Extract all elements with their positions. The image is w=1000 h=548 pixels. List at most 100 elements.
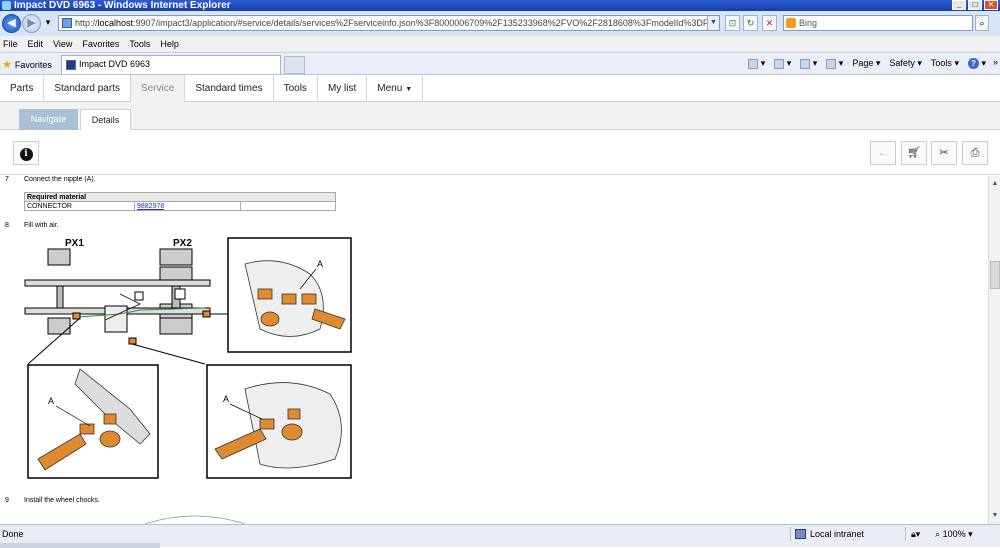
- menu-tools[interactable]: Tools: [129, 39, 150, 49]
- required-material-table: Required material CONNECTOR 9882978: [24, 192, 336, 211]
- scroll-up-icon[interactable]: ▲: [989, 178, 1000, 190]
- step-number: 9: [5, 497, 9, 504]
- zoom-level[interactable]: ⌕ 100% ▾: [935, 529, 973, 540]
- url-dropdown-icon[interactable]: ▼: [707, 16, 719, 30]
- tools-menu[interactable]: Tools ▾: [931, 58, 959, 69]
- page-icon: [62, 18, 72, 28]
- tab-details[interactable]: Details: [80, 109, 131, 130]
- menu-view[interactable]: View: [53, 39, 72, 49]
- search-go-icon[interactable]: ⌕: [975, 15, 989, 31]
- app-tabs: Parts Standard parts Service Standard ti…: [0, 75, 1000, 102]
- tab-parts[interactable]: Parts: [0, 75, 45, 102]
- chevron-down-icon: ▼: [405, 86, 413, 93]
- tab-favicon-icon: [66, 60, 76, 70]
- step-text: Install the wheel chocks.: [24, 497, 100, 504]
- address-bar: ◀ ▶ ▾ http://localhost:9907/impact3/appl…: [0, 11, 1000, 36]
- safety-menu-label: Safety: [889, 58, 915, 68]
- arrow-left-icon: ←: [877, 147, 889, 159]
- tab-tools[interactable]: Tools: [274, 75, 318, 102]
- detail-bottom-left: A: [27, 364, 159, 479]
- tab-navigate[interactable]: Navigate: [19, 109, 78, 130]
- safety-menu[interactable]: Safety ▾: [889, 58, 922, 69]
- browser-tab[interactable]: Impact DVD 6963: [61, 55, 281, 74]
- page-menu[interactable]: Page ▾: [852, 58, 880, 69]
- magnifier-icon: ⌕: [935, 529, 941, 539]
- recent-pages-dropdown[interactable]: ▾: [42, 15, 54, 31]
- menu-file[interactable]: File: [3, 39, 18, 49]
- tools-button[interactable]: ✂: [931, 141, 957, 165]
- search-input[interactable]: Bing: [783, 15, 973, 31]
- back-button[interactable]: ◀: [2, 14, 21, 33]
- tab-title: Impact DVD 6963: [79, 59, 151, 69]
- favorites-button[interactable]: ★ Favorites: [2, 58, 52, 71]
- mail-icon[interactable]: ▾: [800, 58, 817, 69]
- callout-a: A: [223, 394, 229, 404]
- protected-mode-icon[interactable]: 🔒︎▾: [911, 529, 920, 540]
- menu-help[interactable]: Help: [160, 39, 179, 49]
- zoom-value: 100%: [942, 529, 966, 539]
- search-placeholder: Bing: [799, 18, 818, 28]
- info-button[interactable]: i: [13, 141, 39, 165]
- tab-menu-label: Menu: [377, 83, 403, 94]
- tab-standard-times[interactable]: Standard times: [185, 75, 274, 102]
- step-number: 7: [5, 176, 9, 183]
- printer-icon: ⎙: [970, 147, 980, 159]
- compatibility-icon[interactable]: ⊡: [725, 15, 740, 31]
- stop-icon[interactable]: ✕: [762, 15, 777, 31]
- url-host: localhost: [97, 18, 134, 28]
- page-menu-label: Page: [852, 58, 874, 68]
- zone-label: Local intranet: [810, 529, 865, 539]
- favorites-label: Favorites: [14, 59, 52, 70]
- status-text: Done: [2, 529, 24, 539]
- detail-top-right: A: [227, 237, 352, 353]
- details-toolbar: i ← 🛒︎ ✂ ⎙: [0, 131, 1000, 175]
- back-arrow-button[interactable]: ←: [870, 141, 896, 165]
- step-text: Connect the nipple (A).: [24, 176, 96, 183]
- cart-button[interactable]: 🛒︎: [901, 141, 927, 165]
- ie-logo-icon: [2, 1, 11, 10]
- vertical-scrollbar[interactable]: ▲ ▼: [988, 176, 1000, 524]
- chevron-more-icon[interactable]: »: [993, 57, 998, 67]
- step-text: Fill with air.: [24, 222, 59, 229]
- callout-a: A: [48, 396, 54, 406]
- close-window-button[interactable]: ✕: [984, 0, 998, 10]
- bing-icon: [786, 18, 796, 28]
- horizontal-scroll-track[interactable]: [0, 543, 160, 548]
- refresh-icon[interactable]: ↻: [743, 15, 758, 31]
- air-connection-diagram: PX1 PX2 A A A: [24, 237, 352, 479]
- label-px1: PX1: [65, 238, 84, 249]
- new-tab-button[interactable]: [284, 56, 305, 74]
- scroll-down-icon[interactable]: ▼: [989, 510, 1000, 522]
- status-bar: Done Local intranet 🔒︎▾ ⌕ 100% ▾: [0, 524, 1000, 548]
- window-title: Impact DVD 6963 - Windows Internet Explo…: [14, 0, 231, 11]
- favorites-bar: ★ Favorites Impact DVD 6963 ▾ ▾ ▾ ▾ Page…: [0, 53, 1000, 75]
- material-header: Required material: [24, 192, 336, 202]
- menu-edit[interactable]: Edit: [28, 39, 44, 49]
- intranet-icon: [795, 529, 806, 539]
- sub-tabs: Navigate Details: [0, 102, 1000, 130]
- home-icon[interactable]: ▾: [748, 58, 765, 69]
- tab-standard-parts[interactable]: Standard parts: [44, 75, 131, 102]
- tab-menu[interactable]: Menu ▼: [367, 75, 424, 102]
- feeds-icon[interactable]: ▾: [774, 58, 791, 69]
- security-zone[interactable]: Local intranet: [795, 529, 864, 539]
- detail-bottom-right: A: [206, 364, 352, 479]
- print-button[interactable]: ⎙: [962, 141, 988, 165]
- maximize-button[interactable]: □: [968, 0, 982, 10]
- menu-bar: File Edit View Favorites Tools Help: [0, 36, 1000, 53]
- url-prefix: http://: [75, 18, 98, 28]
- scroll-thumb[interactable]: [990, 261, 1000, 289]
- cart-icon: 🛒︎: [907, 147, 921, 159]
- step-number: 8: [5, 222, 9, 229]
- forward-button[interactable]: ▶: [22, 14, 41, 33]
- material-number-link[interactable]: 9882978: [137, 203, 164, 210]
- help-icon: ?: [967, 58, 979, 69]
- help-menu[interactable]: ? ▾: [967, 58, 986, 69]
- minimize-button[interactable]: _: [952, 0, 966, 10]
- material-part: CONNECTOR: [24, 201, 135, 211]
- url-input[interactable]: http://localhost:9907/impact3/applicatio…: [58, 15, 720, 31]
- menu-favorites[interactable]: Favorites: [82, 39, 119, 49]
- tab-service[interactable]: Service: [130, 75, 186, 102]
- tab-my-list[interactable]: My list: [318, 75, 368, 102]
- print-icon[interactable]: ▾: [826, 58, 843, 69]
